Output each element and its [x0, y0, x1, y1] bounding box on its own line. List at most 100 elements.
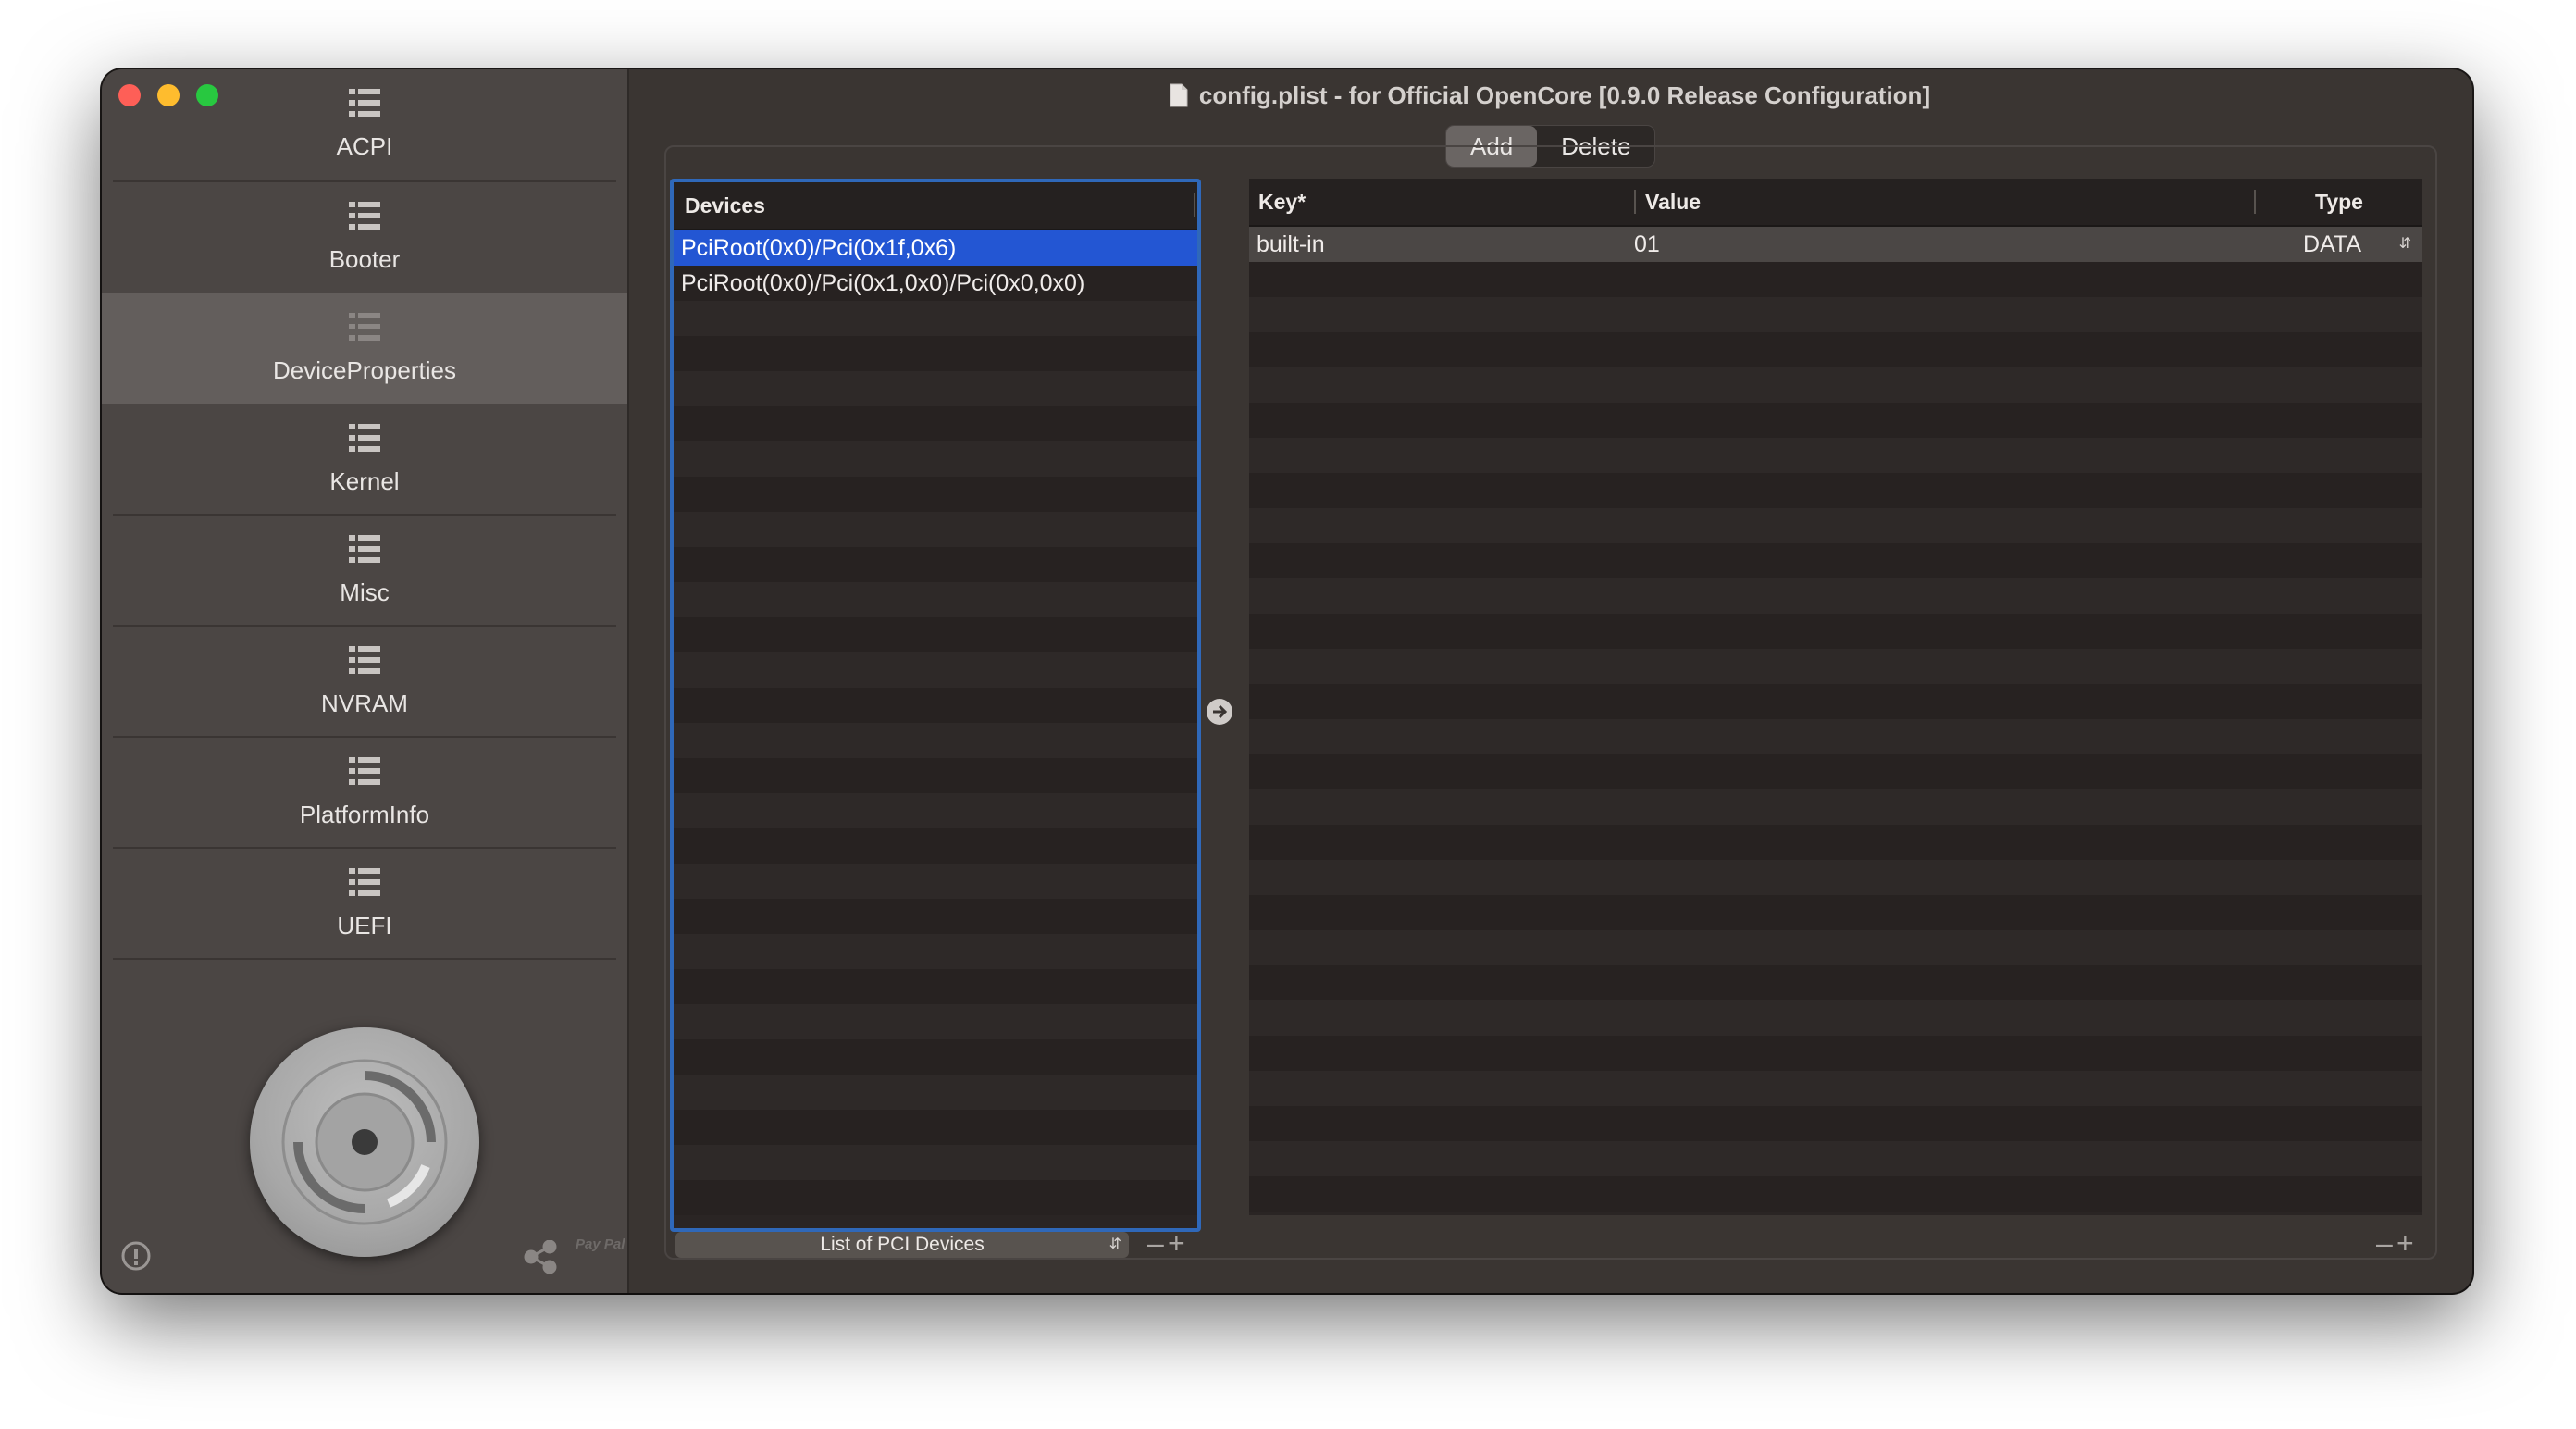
sidebar-item-platforminfo[interactable]: PlatformInfo: [102, 738, 627, 849]
empty-row: [674, 758, 1197, 793]
sidebar: ACPI Booter DeviceProperties Kernel Misc…: [102, 69, 629, 1293]
property-row[interactable]: built-in 01 DATA ⇵: [1249, 227, 2422, 262]
empty-row: [1249, 1036, 2422, 1071]
empty-row: [1249, 332, 2422, 367]
sidebar-item-label: PlatformInfo: [299, 801, 430, 828]
sidebar-item-nvram[interactable]: NVRAM: [102, 627, 627, 738]
sidebar-item-label: Misc: [340, 578, 390, 606]
sidebar-item-label: NVRAM: [321, 690, 408, 717]
remove-device-button[interactable]: –: [1147, 1228, 1164, 1258]
list-icon: [349, 89, 380, 123]
empty-row: [674, 1004, 1197, 1039]
list-icon: [349, 424, 380, 458]
chevron-updown-icon: ⇵: [2398, 236, 2411, 252]
sidebar-item-booter[interactable]: Booter: [102, 182, 627, 293]
empty-row: [1249, 578, 2422, 614]
empty-row: [674, 864, 1197, 899]
sidebar-item-uefi[interactable]: UEFI: [102, 849, 627, 960]
sidebar-item-deviceproperties[interactable]: DeviceProperties: [102, 293, 627, 404]
empty-row: [674, 793, 1197, 828]
list-icon: [349, 535, 380, 569]
share-icon[interactable]: [523, 1239, 558, 1278]
empty-row: [1249, 438, 2422, 473]
empty-row: [1249, 367, 2422, 403]
empty-row: [674, 547, 1197, 582]
empty-row: [1249, 860, 2422, 895]
remove-property-button[interactable]: –: [2376, 1228, 2393, 1258]
sidebar-item-label: DeviceProperties: [273, 356, 456, 384]
arrow-right-icon[interactable]: [1207, 699, 1232, 725]
type-column-header[interactable]: Type: [2256, 179, 2422, 225]
empty-row: [674, 617, 1197, 652]
empty-row: [674, 371, 1197, 406]
add-device-button[interactable]: +: [1168, 1228, 1185, 1258]
empty-row: [674, 969, 1197, 1004]
empty-row: [674, 828, 1197, 864]
empty-row: [1249, 1071, 2422, 1106]
window-title-text: config.plist - for Official OpenCore [0.…: [1198, 81, 1931, 109]
list-icon: [349, 868, 380, 902]
empty-row: [674, 1180, 1197, 1215]
empty-row: [1249, 1106, 2422, 1141]
app-window: ACPI Booter DeviceProperties Kernel Misc…: [102, 69, 2472, 1293]
pci-devices-dropdown-label: List of PCI Devices: [820, 1234, 985, 1255]
properties-rows: built-in 01 DATA ⇵: [1249, 227, 2422, 1212]
paypal-logo[interactable]: Pay Pal: [576, 1237, 625, 1252]
empty-row: [1249, 754, 2422, 789]
empty-row: [674, 477, 1197, 512]
value-column-header[interactable]: Value: [1636, 179, 2256, 225]
sidebar-item-kernel[interactable]: Kernel: [102, 404, 627, 516]
sidebar-item-misc[interactable]: Misc: [102, 516, 627, 627]
empty-row: [674, 1039, 1197, 1075]
add-property-button[interactable]: +: [2396, 1228, 2414, 1258]
device-row[interactable]: PciRoot(0x0)/Pci(0x1,0x0)/Pci(0x0,0x0): [674, 266, 1197, 301]
empty-row: [1249, 614, 2422, 649]
gear-logo-icon: [250, 1027, 479, 1257]
empty-row: [1249, 1176, 2422, 1212]
empty-row: [1249, 403, 2422, 438]
empty-row: [674, 1110, 1197, 1145]
list-icon: [349, 202, 380, 236]
empty-row: [1249, 297, 2422, 332]
empty-row: [1249, 1141, 2422, 1176]
empty-row: [674, 301, 1197, 336]
empty-row: [1249, 930, 2422, 965]
list-icon: [349, 313, 380, 347]
property-value[interactable]: 01: [1634, 227, 2254, 262]
key-column-header[interactable]: Key*: [1249, 179, 1636, 225]
empty-row: [674, 899, 1197, 934]
sidebar-item-label: ACPI: [336, 132, 393, 160]
empty-row: [1249, 649, 2422, 684]
empty-row: [674, 336, 1197, 371]
sidebar-item-label: Booter: [328, 245, 401, 273]
device-row[interactable]: PciRoot(0x0)/Pci(0x1f,0x6): [674, 230, 1197, 266]
list-icon: [349, 757, 380, 791]
empty-row: [674, 1145, 1197, 1180]
empty-row: [1249, 508, 2422, 543]
sidebar-item-label: Kernel: [329, 467, 400, 495]
empty-row: [1249, 719, 2422, 754]
empty-row: [1249, 262, 2422, 297]
properties-table[interactable]: Key* Value Type built-in 01 DATA ⇵: [1249, 179, 2422, 1215]
devices-table[interactable]: Devices PciRoot(0x0)/Pci(0x1f,0x6) PciRoo…: [670, 179, 1201, 1232]
document-icon: [1170, 83, 1188, 107]
properties-header: Key* Value Type: [1249, 179, 2422, 227]
property-type-select[interactable]: DATA ⇵: [2254, 227, 2422, 262]
sidebar-item-label: UEFI: [337, 912, 392, 939]
pci-devices-dropdown[interactable]: List of PCI Devices ⇵: [675, 1232, 1129, 1258]
empty-row: [674, 723, 1197, 758]
empty-row: [674, 582, 1197, 617]
empty-row: [674, 441, 1197, 477]
property-type-label: DATA: [2303, 231, 2361, 257]
divider: [113, 958, 616, 960]
empty-row: [674, 406, 1197, 441]
empty-row: [1249, 543, 2422, 578]
empty-row: [674, 934, 1197, 969]
devices-column-header[interactable]: Devices: [674, 182, 1197, 230]
property-key[interactable]: built-in: [1249, 227, 1634, 262]
sidebar-item-acpi[interactable]: ACPI: [102, 69, 627, 180]
empty-row: [1249, 684, 2422, 719]
devices-rows: PciRoot(0x0)/Pci(0x1f,0x6) PciRoot(0x0)/P…: [674, 230, 1197, 1215]
empty-row: [1249, 1000, 2422, 1036]
info-icon[interactable]: [120, 1240, 152, 1276]
